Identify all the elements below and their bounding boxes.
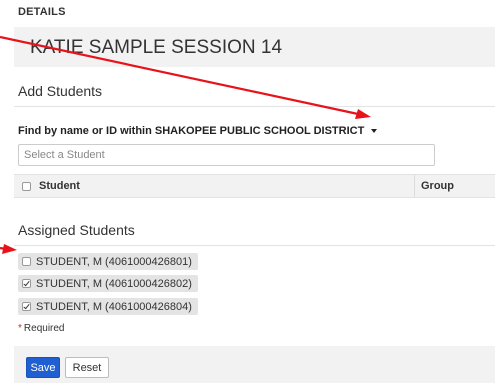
assigned-students-divider — [14, 245, 495, 246]
find-by-label: Find by name or ID within SHAKOPEE PUBLI… — [18, 125, 365, 137]
required-note: * Required — [18, 323, 65, 334]
assigned-students-heading: Assigned Students — [18, 222, 135, 238]
assigned-student-item[interactable]: STUDENT, M (4061000426801) — [18, 253, 198, 270]
annotation-arrow-stub — [0, 246, 7, 251]
save-button[interactable]: Save — [26, 357, 60, 378]
assigned-student-item[interactable]: STUDENT, M (4061000426804) — [18, 298, 198, 315]
annotation-arrowhead-icon — [355, 109, 371, 119]
session-details-page: DETAILS KATIE SAMPLE SESSION 14 Add Stud… — [0, 0, 495, 383]
student-search-input[interactable] — [18, 144, 435, 166]
district-scope-dropdown[interactable]: Find by name or ID within SHAKOPEE PUBLI… — [18, 125, 378, 137]
assigned-student-item[interactable]: STUDENT, M (4061000426802) — [18, 275, 198, 292]
required-text: Required — [23, 323, 65, 334]
add-students-divider — [14, 106, 495, 107]
student-label: STUDENT, M (4061000426804) — [36, 300, 192, 313]
student-label: STUDENT, M (4061000426801) — [36, 255, 192, 268]
form-actions-bar: Save Reset — [14, 346, 495, 383]
details-label: DETAILS — [18, 6, 66, 18]
column-divider — [414, 175, 415, 197]
column-header-student[interactable]: Student — [39, 180, 80, 192]
reset-button[interactable]: Reset — [65, 357, 109, 378]
add-students-heading: Add Students — [18, 83, 103, 99]
session-title: KATIE SAMPLE SESSION 14 — [30, 37, 283, 58]
student-checkbox[interactable] — [22, 302, 31, 311]
select-all-checkbox[interactable] — [22, 182, 31, 191]
caret-down-icon — [371, 129, 378, 134]
session-title-bar: KATIE SAMPLE SESSION 14 — [14, 27, 495, 67]
required-star: * — [18, 323, 22, 334]
student-label: STUDENT, M (4061000426802) — [36, 277, 192, 290]
students-table-header: Student Group — [14, 174, 495, 198]
student-checkbox[interactable] — [22, 257, 31, 266]
student-checkbox[interactable] — [22, 279, 31, 288]
column-header-group[interactable]: Group — [421, 180, 454, 192]
